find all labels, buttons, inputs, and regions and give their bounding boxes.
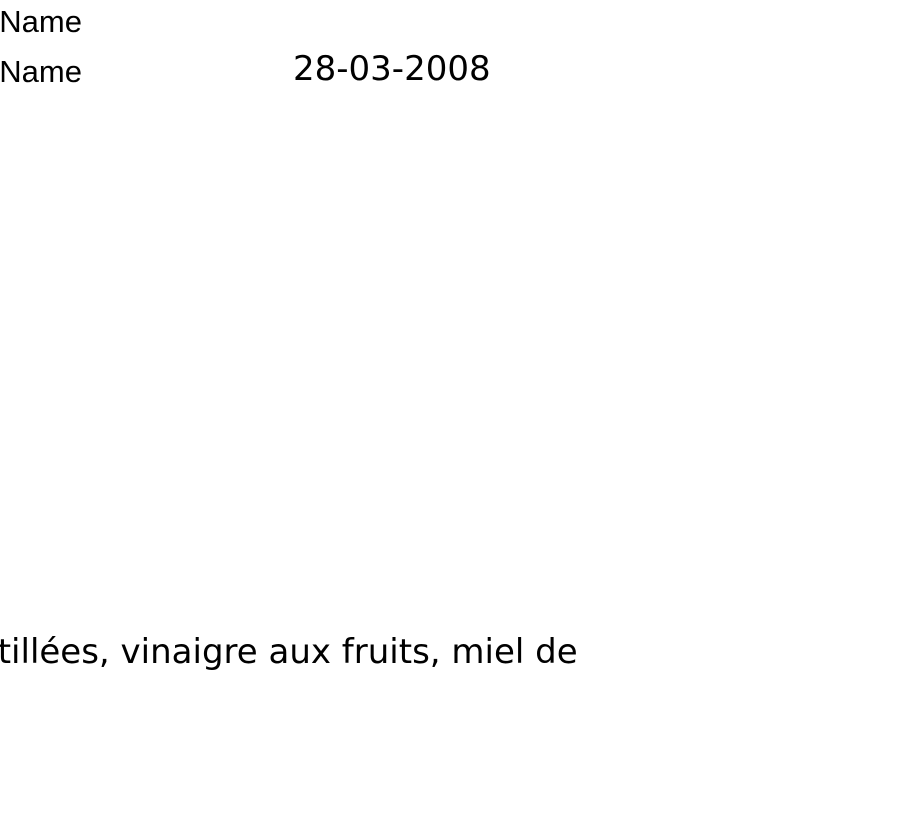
field-2-label: gName xyxy=(0,54,82,89)
body-text-line: stillées, vinaigre aux fruits, miel de xyxy=(0,632,578,672)
document-page: oName gName 28-03-2008 stillées, vinaigr… xyxy=(0,0,920,829)
date-value: 28-03-2008 xyxy=(293,49,491,89)
field-1-label: oName xyxy=(0,4,82,39)
